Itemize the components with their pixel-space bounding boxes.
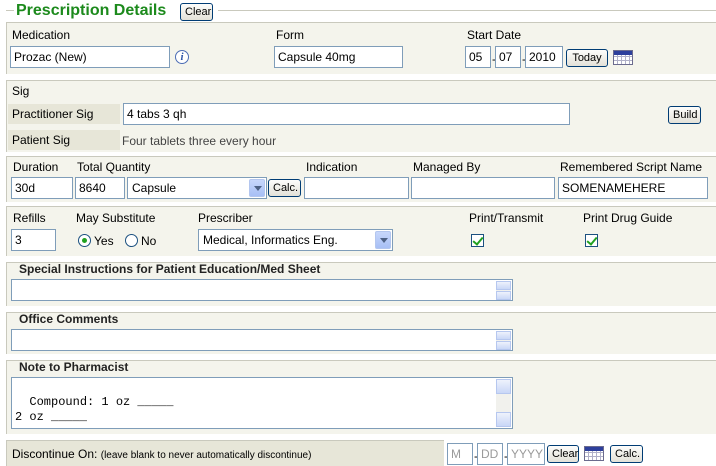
substitute-yes-label[interactable]: Yes — [94, 234, 114, 248]
managed-by-label: Managed By — [413, 160, 481, 174]
total-quantity-field[interactable]: 8640 — [75, 177, 125, 199]
clear-button[interactable]: Clear — [180, 3, 213, 21]
special-instructions-field[interactable] — [11, 279, 513, 301]
indication-field[interactable] — [304, 177, 409, 199]
build-button[interactable]: Build — [668, 106, 701, 124]
medication-label: Medication — [12, 28, 71, 42]
prescriber-value: Medical, Informatics Eng. — [203, 233, 338, 247]
prescriber-select[interactable]: Medical, Informatics Eng. — [198, 229, 393, 251]
start-date-label: Start Date — [467, 28, 522, 42]
pharmacist-note-field[interactable]: Compound: 1 oz _____ 2 oz _____ — [11, 377, 513, 429]
discontinue-calc-button[interactable]: Calc. — [610, 445, 643, 463]
substitute-no-label[interactable]: No — [141, 234, 156, 248]
start-month-field[interactable]: 05 — [465, 46, 491, 68]
refills-field[interactable]: 3 — [11, 229, 56, 251]
special-instructions-title: Special Instructions for Patient Educati… — [19, 262, 321, 276]
duration-field[interactable]: 30d — [11, 177, 73, 199]
medication-field[interactable]: Prozac (New) — [10, 46, 170, 68]
pharmacist-note-title: Note to Pharmacist — [19, 360, 129, 374]
office-comments-field[interactable] — [11, 329, 513, 351]
scroll-up-icon[interactable] — [496, 281, 511, 290]
quantity-unit-select[interactable]: Capsule — [127, 177, 267, 199]
refills-label: Refills — [13, 211, 46, 225]
info-icon[interactable]: i — [175, 50, 189, 64]
total-quantity-label: Total Quantity — [77, 160, 151, 174]
pharmacist-note-text: Compound: 1 oz _____ 2 oz _____ — [15, 395, 174, 424]
discontinue-note: (leave blank to never automatically disc… — [100, 450, 312, 461]
start-day-field[interactable]: 07 — [495, 46, 521, 68]
chevron-down-icon[interactable] — [375, 231, 391, 249]
quantity-unit-value: Capsule — [132, 181, 177, 195]
discontinue-year-field[interactable]: YYYY — [507, 443, 545, 465]
calendar-icon[interactable] — [584, 446, 604, 461]
scroll-down-icon[interactable] — [496, 341, 511, 350]
prescriber-label: Prescriber — [198, 211, 253, 225]
print-drug-guide-label: Print Drug Guide — [583, 211, 673, 225]
office-comments-title: Office Comments — [19, 312, 119, 326]
print-transmit-checkbox[interactable] — [471, 234, 484, 247]
scroll-down-icon[interactable] — [496, 412, 511, 427]
scroll-up-icon[interactable] — [496, 379, 511, 394]
duration-label: Duration — [13, 160, 59, 174]
discontinue-clear-button[interactable]: Clear — [547, 445, 579, 463]
substitute-no-radio[interactable] — [125, 234, 138, 247]
discontinue-month-field[interactable]: M — [447, 443, 473, 465]
discontinue-label: Discontinue On: (leave blank to never au… — [12, 447, 312, 461]
practitioner-sig-label: Practitioner Sig — [8, 104, 120, 124]
form-field[interactable]: Capsule 40mg — [274, 46, 403, 68]
may-substitute-label: May Substitute — [76, 211, 156, 225]
practitioner-sig-field[interactable]: 4 tabs 3 qh — [123, 103, 570, 125]
scrollbar[interactable] — [496, 281, 511, 300]
discontinue-day-field[interactable]: DD — [477, 443, 503, 465]
header-divider — [218, 10, 716, 11]
scroll-down-icon[interactable] — [496, 291, 511, 300]
remembered-script-label: Remembered Script Name — [560, 160, 703, 174]
calendar-icon[interactable] — [613, 50, 633, 65]
today-button[interactable]: Today — [566, 49, 608, 67]
indication-label: Indication — [306, 160, 358, 174]
print-transmit-label: Print/Transmit — [469, 211, 544, 225]
form-label: Form — [276, 28, 304, 42]
page-title: Prescription Details — [16, 2, 167, 19]
patient-sig-label: Patient Sig — [8, 130, 120, 150]
sig-title: Sig — [12, 84, 30, 98]
remembered-script-field[interactable]: SOMENAMEHERE — [558, 177, 708, 199]
scrollbar[interactable] — [496, 379, 511, 427]
header-divider-left — [6, 10, 14, 11]
start-year-field[interactable]: 2010 — [525, 46, 563, 68]
patient-sig-value: Four tablets three every hour — [122, 134, 277, 148]
scroll-up-icon[interactable] — [496, 331, 511, 340]
substitute-yes-radio[interactable] — [78, 234, 91, 247]
calc-button[interactable]: Calc. — [268, 179, 301, 197]
chevron-down-icon[interactable] — [249, 179, 265, 197]
scrollbar[interactable] — [496, 331, 511, 350]
print-drug-guide-checkbox[interactable] — [585, 234, 598, 247]
managed-by-field[interactable] — [411, 177, 555, 199]
